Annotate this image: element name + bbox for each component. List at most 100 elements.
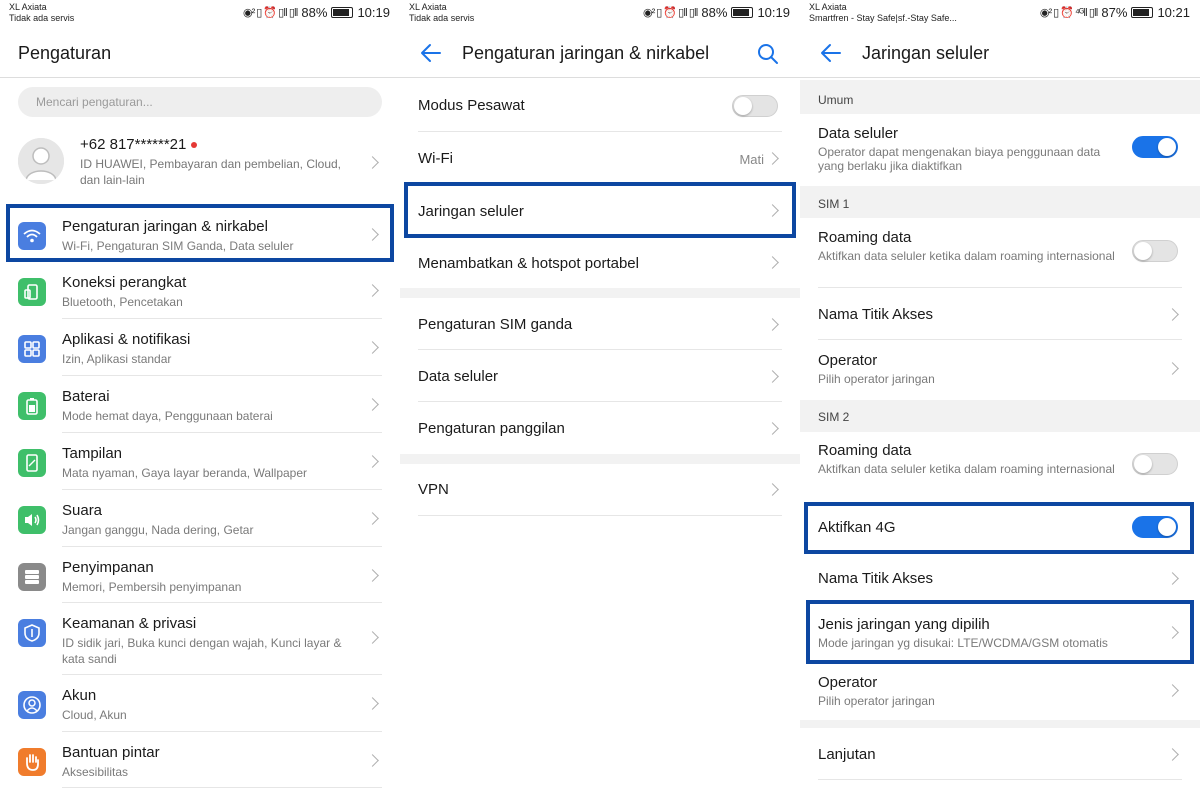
divider bbox=[62, 787, 382, 788]
call-settings-label: Pengaturan panggilan bbox=[418, 420, 565, 437]
sim1-apn-row[interactable]: Nama Titik Akses bbox=[800, 288, 1200, 340]
mobile-data-row[interactable]: Data seluler Operator dapat mengenakan b… bbox=[800, 114, 1200, 186]
settings-item-label: Koneksi perangkat bbox=[62, 274, 187, 291]
battery-icon bbox=[18, 392, 46, 420]
wifi-row[interactable]: Wi-Fi Mati bbox=[400, 132, 800, 184]
advanced-row[interactable]: Lanjutan bbox=[800, 728, 1200, 780]
settings-item-3[interactable]: Baterai Mode hemat daya, Penggunaan bater… bbox=[0, 376, 400, 433]
section-header-sim2: SIM 2 bbox=[800, 400, 1200, 432]
battery-percent: 88% bbox=[701, 5, 728, 20]
dual-sim-settings-label: Pengaturan SIM ganda bbox=[418, 316, 573, 333]
status-indicators: ◉² ▯ ⏰ ▯‖ ▯‖ 88% 10:19 bbox=[243, 5, 390, 20]
settings-item-label: Pengaturan jaringan & nirkabel bbox=[62, 218, 268, 235]
sim2-roaming-row[interactable]: Roaming data Aktifkan data seluler ketik… bbox=[800, 432, 1200, 504]
tethering-hotspot-row[interactable]: Menambatkan & hotspot portabel bbox=[400, 236, 800, 288]
call-settings-row[interactable]: Pengaturan panggilan bbox=[400, 402, 800, 454]
sim2-operator-description: Pilih operator jaringan bbox=[818, 694, 935, 708]
carrier-info: XL Axiata Tidak ada servis bbox=[9, 2, 74, 24]
sim1-roaming-toggle[interactable] bbox=[1132, 240, 1178, 262]
chevron-right-icon bbox=[766, 318, 779, 331]
back-arrow-icon[interactable] bbox=[420, 42, 442, 64]
sim1-operator-label: Operator bbox=[818, 352, 878, 369]
settings-item-subtitle: Jangan ganggu, Nada dering, Getar bbox=[62, 523, 254, 537]
chevron-right-icon bbox=[766, 204, 779, 217]
hand-icon bbox=[18, 748, 46, 776]
battery-icon bbox=[731, 7, 754, 18]
enable-4g-toggle[interactable] bbox=[1132, 516, 1178, 538]
network-wireless-panel: XL Axiata Tidak ada servis ◉² ▯ ⏰ ▯‖ ▯‖ … bbox=[400, 0, 800, 800]
mobile-data-label: Data seluler bbox=[418, 368, 499, 385]
sim1-operator-row[interactable]: Operator Pilih operator jaringan bbox=[800, 340, 1200, 400]
service-status: Smartfren - Stay Safe|sf.-Stay Safe... bbox=[809, 13, 957, 23]
chevron-right-icon bbox=[366, 697, 379, 710]
airplane-mode-toggle[interactable] bbox=[732, 95, 778, 117]
settings-item-subtitle: Memori, Pembersih penyimpanan bbox=[62, 580, 242, 594]
chevron-right-icon bbox=[366, 156, 379, 169]
chevron-right-icon bbox=[1166, 308, 1179, 321]
sim1-roaming-label: Roaming data bbox=[818, 229, 912, 246]
chevron-right-icon bbox=[766, 152, 779, 165]
airplane-mode-row[interactable]: Modus Pesawat bbox=[400, 80, 800, 132]
chevron-right-icon bbox=[366, 341, 379, 354]
enable-4g-label: Aktifkan 4G bbox=[818, 519, 896, 536]
settings-item-2[interactable]: Aplikasi & notifikasi Izin, Aplikasi stan… bbox=[0, 319, 400, 376]
settings-item-7[interactable]: Keamanan & privasi ID sidik jari, Buka ku… bbox=[0, 603, 400, 675]
settings-item-label: Akun bbox=[62, 687, 97, 704]
chevron-right-icon bbox=[766, 422, 779, 435]
carrier-info: XL Axiata Smartfren - Stay Safe|sf.-Stay… bbox=[809, 2, 957, 24]
chevron-right-icon bbox=[366, 754, 379, 767]
settings-item-subtitle: Aksesibilitas bbox=[62, 765, 129, 779]
dual-sim-settings-row[interactable]: Pengaturan SIM ganda bbox=[400, 298, 800, 350]
status-bar: XL Axiata Smartfren - Stay Safe|sf.-Stay… bbox=[800, 0, 1200, 30]
settings-panel: XL Axiata Tidak ada servis ◉² ▯ ⏰ ▯‖ ▯‖ … bbox=[0, 0, 400, 800]
settings-item-8[interactable]: Akun Cloud, Akun bbox=[0, 675, 400, 732]
chevron-right-icon bbox=[1166, 684, 1179, 697]
settings-item-6[interactable]: Penyimpanan Memori, Pembersih penyimpanan bbox=[0, 547, 400, 603]
avatar-placeholder-icon bbox=[18, 138, 64, 184]
preferred-network-type-row[interactable]: Jenis jaringan yang dipilih Mode jaringa… bbox=[800, 604, 1200, 664]
mobile-data-row[interactable]: Data seluler bbox=[400, 350, 800, 402]
device-connect-icon bbox=[18, 278, 46, 306]
status-icons: ◉² ▯ ⏰ ▯‖ ▯‖ bbox=[242, 7, 298, 19]
settings-search-input[interactable]: Mencari pengaturan... bbox=[18, 87, 382, 117]
status-bar: XL Axiata Tidak ada servis ◉² ▯ ⏰ ▯‖ ▯‖ … bbox=[0, 0, 400, 30]
enable-4g-row[interactable]: Aktifkan 4G bbox=[800, 504, 1200, 552]
chevron-right-icon bbox=[1166, 362, 1179, 375]
settings-item-9[interactable]: Bantuan pintar Aksesibilitas bbox=[0, 732, 400, 788]
mobile-network-panel: XL Axiata Smartfren - Stay Safe|sf.-Stay… bbox=[800, 0, 1200, 800]
sim2-roaming-toggle[interactable] bbox=[1132, 453, 1178, 475]
airplane-mode-label: Modus Pesawat bbox=[418, 97, 525, 114]
notification-dot-icon bbox=[191, 142, 198, 149]
battery-icon bbox=[331, 7, 354, 18]
wifi-icon bbox=[18, 222, 46, 250]
mobile-data-label: Data seluler bbox=[818, 125, 899, 142]
sim2-apn-label: Nama Titik Akses bbox=[818, 570, 934, 587]
settings-item-5[interactable]: Suara Jangan ganggu, Nada dering, Getar bbox=[0, 490, 400, 547]
mobile-network-label: Jaringan seluler bbox=[418, 203, 524, 220]
sim1-roaming-row[interactable]: Roaming data Aktifkan data seluler ketik… bbox=[800, 218, 1200, 288]
sim1-roaming-description: Aktifkan data seluler ketika dalam roami… bbox=[818, 249, 1115, 263]
mobile-network-row[interactable]: Jaringan seluler bbox=[400, 184, 800, 236]
app-bar: Pengaturan jaringan & nirkabel bbox=[400, 30, 800, 78]
status-indicators: ◉² ▯ ⏰ ▯‖ ▯‖ 88% 10:19 bbox=[643, 5, 790, 20]
sim1-operator-description: Pilih operator jaringan bbox=[818, 372, 935, 386]
settings-item-1[interactable]: Koneksi perangkat Bluetooth, Pencetakan bbox=[0, 262, 400, 319]
settings-item-0[interactable]: Pengaturan jaringan & nirkabel Wi-Fi, Pen… bbox=[0, 204, 400, 262]
huawei-account-row[interactable]: +62 817******21 ID HUAWEI, Pembayaran da… bbox=[0, 128, 400, 198]
mobile-data-toggle[interactable] bbox=[1132, 136, 1178, 158]
vpn-row[interactable]: VPN bbox=[400, 464, 800, 516]
settings-item-4[interactable]: Tampilan Mata nyaman, Gaya layar beranda,… bbox=[0, 433, 400, 490]
back-arrow-icon[interactable] bbox=[820, 42, 842, 64]
sim2-operator-row[interactable]: Operator Pilih operator jaringan bbox=[800, 664, 1200, 720]
sim1-apn-label: Nama Titik Akses bbox=[818, 306, 934, 323]
account-icon bbox=[18, 691, 46, 719]
speaker-icon bbox=[18, 506, 46, 534]
search-icon[interactable] bbox=[756, 42, 780, 66]
chevron-right-icon bbox=[766, 256, 779, 269]
settings-item-subtitle: Cloud, Akun bbox=[62, 708, 127, 722]
sim2-roaming-label: Roaming data bbox=[818, 442, 912, 459]
battery-percent: 88% bbox=[301, 5, 328, 20]
sim2-apn-row[interactable]: Nama Titik Akses bbox=[800, 552, 1200, 604]
chevron-right-icon bbox=[1166, 626, 1179, 639]
chevron-right-icon bbox=[366, 228, 379, 241]
